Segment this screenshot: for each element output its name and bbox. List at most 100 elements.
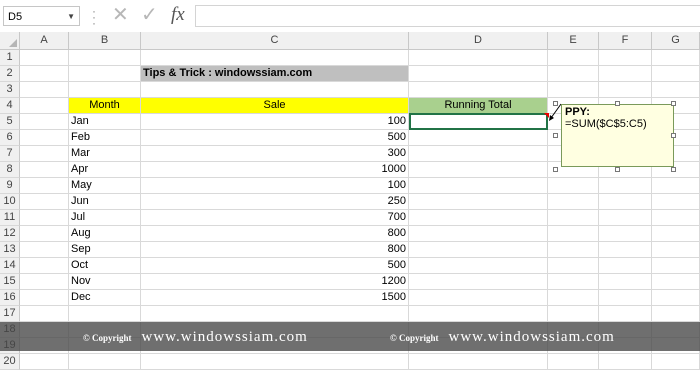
cell[interactable] [548,290,599,306]
cell[interactable] [599,354,652,370]
cell[interactable] [20,162,69,178]
column-header-f[interactable]: F [599,32,652,50]
cell[interactable] [548,210,599,226]
cell[interactable] [652,210,700,226]
cell[interactable] [548,82,599,98]
cell[interactable] [20,146,69,162]
cell[interactable] [409,226,548,242]
title-cell[interactable]: Tips & Trick : windowssiam.com [141,66,409,82]
cell[interactable] [409,258,548,274]
cell[interactable] [141,354,409,370]
row-header-15[interactable]: 15 [0,274,20,290]
month-cell[interactable]: Apr [69,162,141,178]
comment-indicator-icon[interactable] [544,113,549,118]
cell[interactable] [548,242,599,258]
cell[interactable] [599,226,652,242]
cell[interactable] [652,306,700,322]
cell[interactable] [409,306,548,322]
cell[interactable] [409,242,548,258]
cell[interactable] [20,290,69,306]
cell[interactable] [409,178,548,194]
cell[interactable] [20,226,69,242]
row-header-6[interactable]: 6 [0,130,20,146]
cell[interactable] [548,226,599,242]
cell[interactable] [20,210,69,226]
sale-cell[interactable]: 1500 [141,290,409,306]
cell[interactable] [548,306,599,322]
drag-handle-icon[interactable]: · · · [92,5,98,29]
cell[interactable] [20,242,69,258]
header-month[interactable]: Month [69,98,141,114]
month-cell[interactable]: Aug [69,226,141,242]
cell[interactable] [599,66,652,82]
cell[interactable] [599,194,652,210]
row-header-20[interactable]: 20 [0,354,20,370]
select-all-corner[interactable] [0,32,20,50]
sale-cell[interactable]: 100 [141,114,409,130]
sale-cell[interactable]: 800 [141,242,409,258]
cell[interactable] [409,82,548,98]
name-box[interactable]: D5 ▼ [3,6,80,26]
insert-function-button[interactable]: fx [171,4,185,26]
resize-handle[interactable] [615,167,620,172]
resize-handle[interactable] [671,101,676,106]
cell[interactable] [599,178,652,194]
month-cell[interactable]: Jun [69,194,141,210]
cell[interactable] [409,146,548,162]
row-header-3[interactable]: 3 [0,82,20,98]
row-header-17[interactable]: 17 [0,306,20,322]
row-header-10[interactable]: 10 [0,194,20,210]
month-cell[interactable]: Oct [69,258,141,274]
cell[interactable] [548,354,599,370]
month-cell[interactable]: May [69,178,141,194]
cell[interactable] [652,178,700,194]
column-header-a[interactable]: A [20,32,69,50]
cell[interactable] [141,50,409,66]
row-header-2[interactable]: 2 [0,66,20,82]
cell[interactable] [409,194,548,210]
cell[interactable] [20,354,69,370]
cell[interactable] [548,258,599,274]
sale-cell[interactable]: 250 [141,194,409,210]
header-sale[interactable]: Sale [141,98,409,114]
column-header-c[interactable]: C [141,32,409,50]
cell[interactable] [20,274,69,290]
cell[interactable] [652,66,700,82]
column-header-d[interactable]: D [409,32,548,50]
cell[interactable] [409,210,548,226]
row-header-7[interactable]: 7 [0,146,20,162]
row-header-12[interactable]: 12 [0,226,20,242]
row-header-8[interactable]: 8 [0,162,20,178]
cell[interactable] [20,66,69,82]
sale-cell[interactable]: 100 [141,178,409,194]
month-cell[interactable]: Jul [69,210,141,226]
cell[interactable] [20,258,69,274]
cell[interactable] [20,98,69,114]
cell[interactable] [409,66,548,82]
sale-cell[interactable]: 1200 [141,274,409,290]
column-header-g[interactable]: G [652,32,700,50]
cell-comment[interactable]: PPY: =SUM($C$5:C5) [561,104,674,167]
formula-input[interactable] [195,5,700,27]
cell[interactable] [599,242,652,258]
cell[interactable] [409,354,548,370]
month-cell[interactable]: Mar [69,146,141,162]
cell[interactable] [409,130,548,146]
row-header-14[interactable]: 14 [0,258,20,274]
cell[interactable] [20,194,69,210]
row-header-4[interactable]: 4 [0,98,20,114]
cell[interactable] [409,290,548,306]
row-header-9[interactable]: 9 [0,178,20,194]
cell[interactable] [69,354,141,370]
cancel-x-icon[interactable]: ✕ [112,4,129,26]
cell[interactable] [652,274,700,290]
cell[interactable] [141,306,409,322]
cell[interactable] [20,114,69,130]
cell[interactable] [69,82,141,98]
sale-cell[interactable]: 500 [141,130,409,146]
cell[interactable] [652,242,700,258]
cell[interactable] [599,306,652,322]
row-header-11[interactable]: 11 [0,210,20,226]
cell[interactable] [20,82,69,98]
month-cell[interactable]: Dec [69,290,141,306]
